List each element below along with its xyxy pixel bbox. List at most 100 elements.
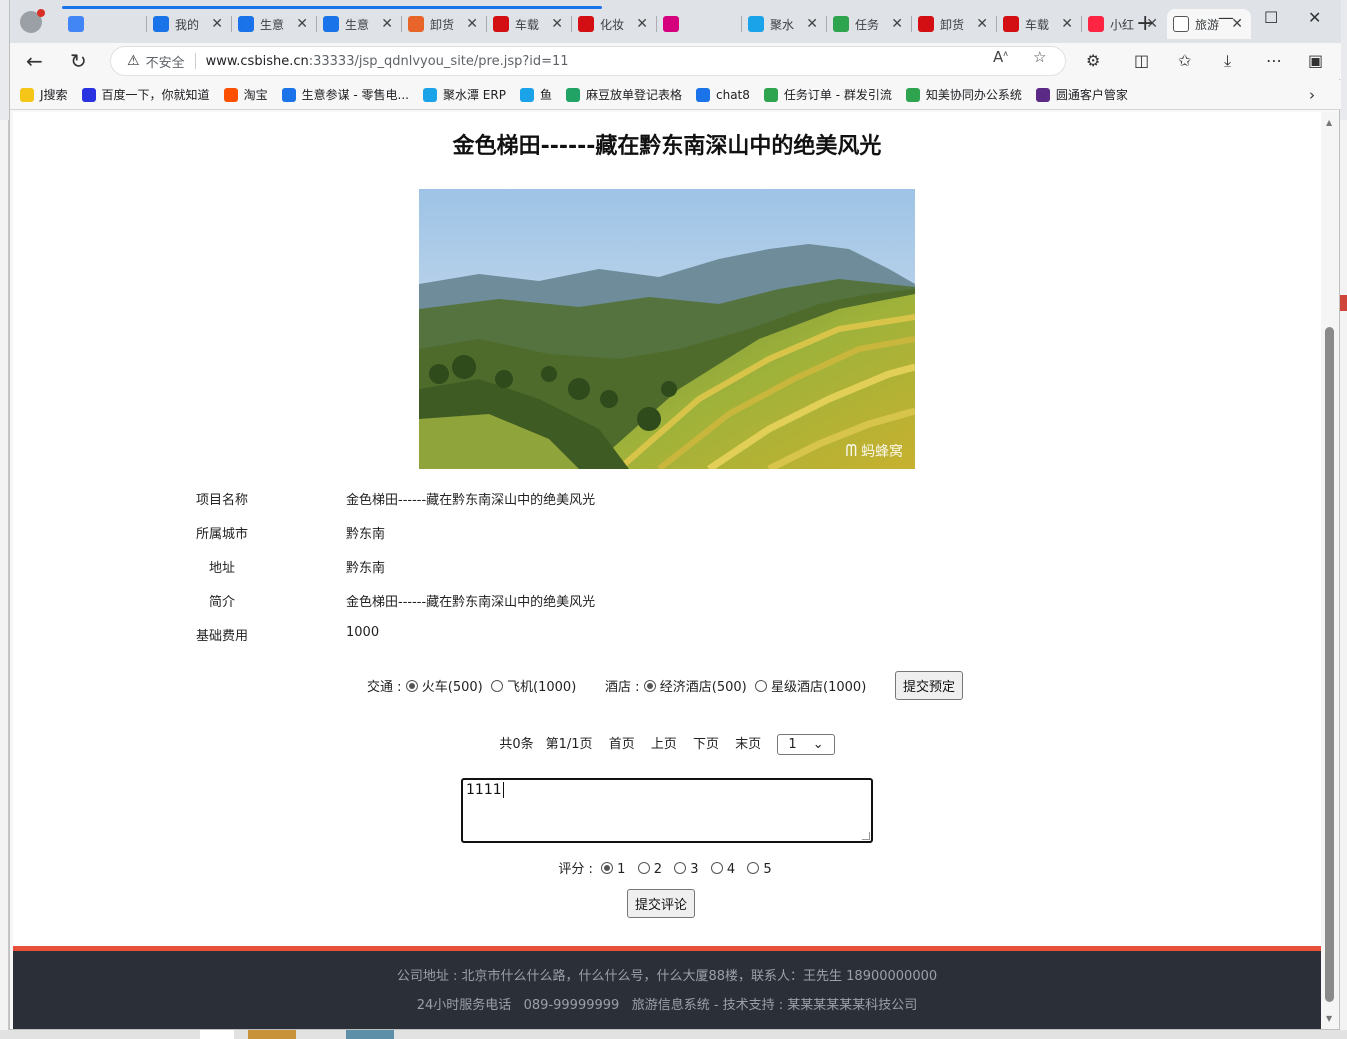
- rating-radio-2[interactable]: [637, 862, 650, 874]
- tab-label: 车载: [515, 17, 540, 32]
- url-host: www.csbishe.cn: [205, 53, 309, 69]
- close-tab-icon[interactable]: ✕: [466, 16, 478, 32]
- radio-economy-hotel[interactable]: [643, 680, 656, 692]
- bookmark-item[interactable]: 百度一下，你就知道: [81, 86, 210, 103]
- background-app-strip-right: [1339, 120, 1347, 1039]
- more-menu-icon[interactable]: ⋯: [1266, 51, 1282, 70]
- favorites-icon[interactable]: ✩: [1178, 51, 1191, 70]
- bookmark-item[interactable]: 麻豆放单登记表格: [565, 86, 682, 103]
- tab-favicon-icon: [408, 16, 424, 32]
- rating-radio-4[interactable]: [710, 862, 723, 874]
- rating-radio-3[interactable]: [674, 862, 687, 874]
- close-tab-icon[interactable]: ✕: [891, 16, 903, 32]
- bookmark-item[interactable]: 聚水潭 ERP: [422, 86, 506, 103]
- scenic-photo: ᗰ 蚂蜂窝: [419, 189, 915, 469]
- profile-avatar-icon[interactable]: [20, 9, 45, 33]
- footer-service: 24小时服务电话 089-99999999 旅游信息系统 - 技术支持 : 某某…: [416, 998, 918, 1013]
- tab-favicon-icon: [323, 16, 339, 32]
- resize-grip[interactable]: [862, 832, 870, 840]
- scroll-down-icon[interactable]: ▼: [1326, 1014, 1332, 1023]
- close-tab-icon[interactable]: ✕: [211, 16, 223, 32]
- browser-tab[interactable]: 我的 ✕: [147, 9, 231, 39]
- browser-tab[interactable]: 卸货 ✕: [402, 9, 486, 39]
- scroll-up-icon[interactable]: ▲: [1326, 118, 1332, 127]
- maximize-button[interactable]: ☐: [1264, 8, 1278, 27]
- pager-page-info: 第1/1页: [545, 737, 593, 752]
- browser-tab[interactable]: 车载 ✕: [487, 9, 571, 39]
- new-tab-button[interactable]: +: [1136, 11, 1154, 36]
- insecure-label: 不安全: [145, 55, 185, 71]
- comment-textarea[interactable]: 1111: [461, 778, 873, 843]
- rating-radio-5[interactable]: [747, 862, 760, 874]
- chevron-right-icon[interactable]: ›: [1309, 86, 1315, 104]
- bookmark-label: 生意参谋 - 零售电...: [301, 88, 409, 102]
- rating-group: 评分 : 1 2 3 4 5: [558, 862, 772, 877]
- pager-last-link[interactable]: 末页: [735, 737, 761, 752]
- tab-favicon-icon: [578, 16, 594, 32]
- browser-tab[interactable]: [62, 9, 146, 39]
- download-icon[interactable]: ⤓: [1224, 51, 1231, 71]
- browser-tab[interactable]: 生意 ✕: [317, 9, 401, 39]
- bookmark-item[interactable]: 圆通客户管家: [1035, 86, 1128, 103]
- info-key: 简介: [208, 595, 235, 610]
- info-value: 金色梯田------藏在黔东南深山中的绝美风光: [346, 493, 596, 508]
- sidebar-toggle-icon[interactable]: ▣: [1308, 51, 1323, 70]
- pager-next-link[interactable]: 下页: [693, 737, 719, 752]
- bookmark-item[interactable]: 生意参谋 - 零售电...: [281, 86, 409, 103]
- close-tab-icon[interactable]: ✕: [976, 16, 988, 32]
- scrollbar-thumb[interactable]: [1325, 327, 1334, 1002]
- close-tab-icon[interactable]: ✕: [381, 16, 393, 32]
- submit-booking-button[interactable]: 提交预定: [895, 671, 964, 700]
- split-screen-icon[interactable]: ◫: [1134, 51, 1149, 70]
- bookmark-item[interactable]: 任务订单 - 群发引流: [763, 86, 892, 103]
- bookmark-item[interactable]: 知美协同办公系统: [905, 86, 1022, 103]
- favorite-star-icon[interactable]: ☆: [1033, 48, 1046, 66]
- pager-first-link[interactable]: 首页: [609, 737, 635, 752]
- pager-total: 共0条: [499, 737, 534, 752]
- radio-star-hotel[interactable]: [754, 680, 767, 692]
- close-window-button[interactable]: ✕: [1308, 8, 1321, 27]
- bookmark-label: 鱼: [539, 88, 552, 102]
- bookmark-favicon-icon: [905, 87, 920, 102]
- extensions-icon[interactable]: ⚙: [1086, 51, 1100, 70]
- reload-icon[interactable]: ↻: [70, 49, 87, 73]
- close-tab-icon[interactable]: ✕: [296, 16, 308, 32]
- warning-icon: ⚠: [127, 53, 140, 69]
- read-aloud-icon[interactable]: Aʌ: [993, 48, 1008, 66]
- tab-favicon-icon: [153, 16, 169, 32]
- browser-tab[interactable]: 旅游 ✕: [1167, 9, 1251, 39]
- browser-tab[interactable]: 任务 ✕: [827, 9, 911, 39]
- back-arrow-icon[interactable]: ←: [26, 49, 43, 73]
- rating-radio-1[interactable]: [600, 862, 613, 874]
- address-bar[interactable]: ⚠ 不安全 www.csbishe.cn:33333/jsp_qdnlvyou_…: [110, 46, 1066, 76]
- bookmark-item[interactable]: 淘宝: [223, 86, 268, 103]
- browser-tab[interactable]: 车载 ✕: [997, 9, 1081, 39]
- browser-tab[interactable]: 化妆 ✕: [572, 9, 656, 39]
- bookmark-item[interactable]: chat8: [696, 86, 750, 103]
- radio-train[interactable]: [405, 680, 418, 692]
- hotel-label: 酒店 :: [605, 680, 640, 695]
- bookmark-favicon-icon: [81, 87, 96, 102]
- browser-tab[interactable]: [657, 9, 741, 39]
- bookmark-item[interactable]: 鱼: [519, 86, 552, 103]
- url-path: :33333/jsp_qdnlvyou_site/pre.jsp?id=11: [308, 53, 569, 69]
- browser-tab[interactable]: 卸货 ✕: [912, 9, 996, 39]
- info-value: 黔东南: [346, 527, 386, 542]
- option-star-hotel-label: 星级酒店(1000): [771, 680, 867, 695]
- tab-favicon-icon: [68, 16, 84, 32]
- close-tab-icon[interactable]: ✕: [636, 16, 648, 32]
- submit-comment-button[interactable]: 提交评论: [627, 889, 696, 918]
- page-select[interactable]: 1 ⌄: [777, 734, 835, 755]
- tab-favicon-icon: [1003, 16, 1019, 32]
- close-tab-icon[interactable]: ✕: [551, 16, 563, 32]
- close-tab-icon[interactable]: ✕: [1061, 16, 1073, 32]
- pager-prev-link[interactable]: 上页: [651, 737, 677, 752]
- close-tab-icon[interactable]: ✕: [806, 16, 818, 32]
- page-scrollbar[interactable]: ▲ ▼: [1321, 112, 1339, 1029]
- radio-plane[interactable]: [490, 680, 503, 692]
- bookmark-item[interactable]: J搜索: [20, 86, 68, 103]
- browser-tab[interactable]: 聚水 ✕: [742, 9, 826, 39]
- page-title: 金色梯田------藏在黔东南深山中的绝美风光: [452, 134, 882, 159]
- minimize-button[interactable]: —: [1218, 8, 1234, 27]
- browser-tab[interactable]: 生意 ✕: [232, 9, 316, 39]
